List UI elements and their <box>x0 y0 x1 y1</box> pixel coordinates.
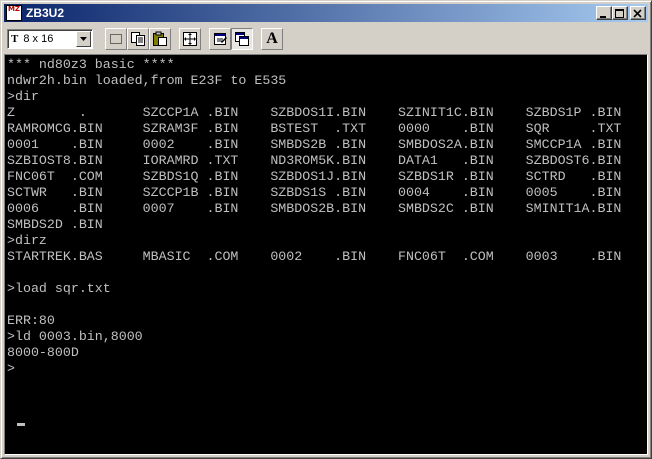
app-icon[interactable]: MZ <box>6 5 22 21</box>
toolbar: T 8 x 16 A <box>4 25 648 53</box>
caption-buttons <box>596 6 646 20</box>
mark-icon <box>110 34 122 44</box>
background-icon <box>235 32 249 46</box>
fullscreen-icon <box>183 32 197 46</box>
minimize-button[interactable] <box>596 6 612 20</box>
console-output[interactable]: *** nd80z3 basic **** ndwr2h.bin loaded,… <box>4 54 648 455</box>
truetype-icon: T <box>11 33 19 45</box>
properties-button[interactable] <box>209 28 231 50</box>
maximize-button[interactable] <box>612 6 628 20</box>
paste-button[interactable] <box>149 28 171 50</box>
dropdown-arrow-button[interactable] <box>76 31 91 47</box>
chevron-down-icon <box>80 37 87 41</box>
background-button[interactable] <box>231 28 253 50</box>
properties-icon <box>214 33 227 45</box>
minimize-icon <box>600 16 606 18</box>
copy-button[interactable] <box>127 28 149 50</box>
close-button[interactable] <box>630 6 646 20</box>
window-title: ZB3U2 <box>26 6 65 20</box>
mark-button[interactable] <box>105 28 127 50</box>
font-icon: A <box>266 30 278 47</box>
paste-icon <box>153 31 167 46</box>
text-cursor <box>17 423 25 426</box>
console-window: MZ ZB3U2 T 8 x 16 A *** nd80z3 basic ***… <box>0 0 652 459</box>
close-icon <box>633 9 642 18</box>
font-size-select[interactable]: T 8 x 16 <box>7 29 93 49</box>
copy-icon <box>131 32 145 46</box>
title-bar[interactable]: MZ ZB3U2 <box>4 4 648 22</box>
font-size-value: 8 x 16 <box>23 33 54 45</box>
maximize-icon <box>615 9 624 18</box>
console-text: *** nd80z3 basic **** ndwr2h.bin loaded,… <box>7 57 622 376</box>
font-button[interactable]: A <box>261 28 283 50</box>
fullscreen-button[interactable] <box>179 28 201 50</box>
